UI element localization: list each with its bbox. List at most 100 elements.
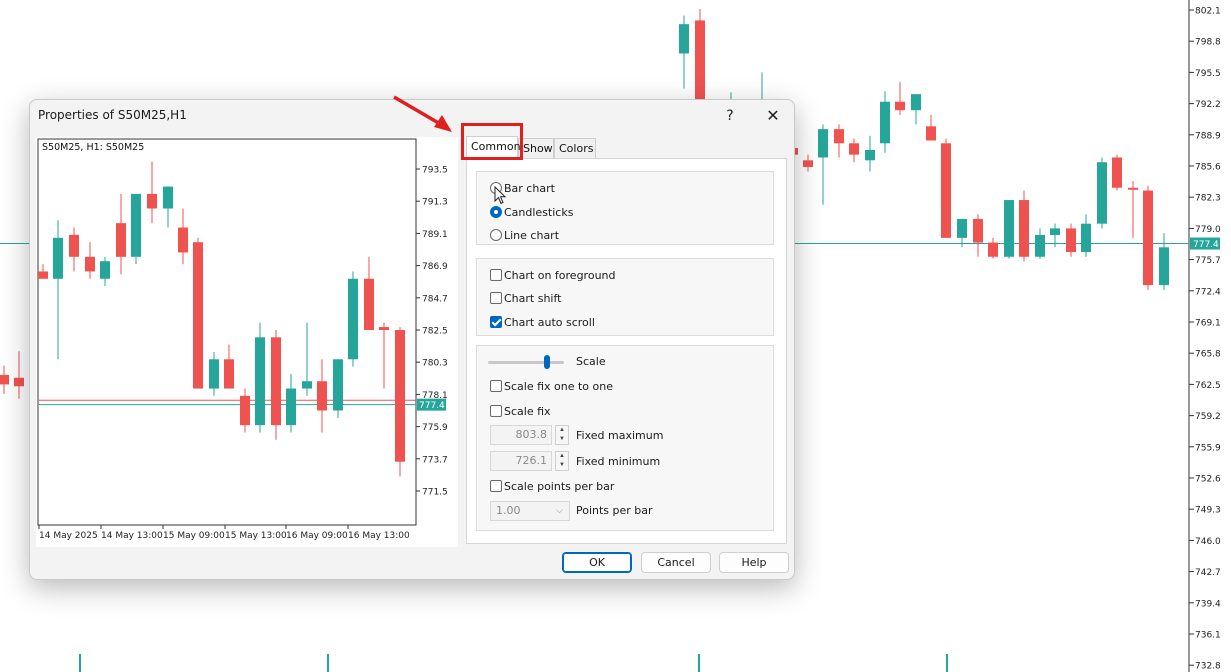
price-tick-label: 732.8 bbox=[1195, 662, 1221, 672]
dialog-title: Properties of S50M25,H1 bbox=[38, 108, 187, 122]
scale-fix-one-to-one-label: Scale fix one to one bbox=[504, 380, 614, 393]
line-chart-option[interactable]: Line chart bbox=[490, 228, 559, 244]
preview-x-label: 15 May 13:00 bbox=[225, 531, 287, 541]
scale-fix-checkbox[interactable] bbox=[490, 405, 502, 417]
common-tab-panel: Bar chart Candlesticks Line chart Chart … bbox=[466, 158, 787, 544]
candle-body bbox=[1128, 187, 1138, 190]
chart-shift-label: Chart shift bbox=[504, 292, 562, 305]
chart-on-foreground-checkbox[interactable] bbox=[490, 269, 502, 281]
preview-candle-body bbox=[317, 381, 327, 411]
preview-candle-body bbox=[178, 227, 188, 253]
price-tick-label: 785.6 bbox=[1195, 163, 1221, 173]
spin-down-icon[interactable]: ▼ bbox=[556, 461, 568, 470]
line-chart-label: Line chart bbox=[504, 229, 560, 242]
preview-candle-body bbox=[193, 242, 203, 389]
scale-fix-one-to-one-checkbox[interactable] bbox=[490, 380, 502, 392]
fixed-maximum-input[interactable]: 803.8 bbox=[490, 425, 552, 445]
chart-on-foreground-option[interactable]: Chart on foreground bbox=[490, 268, 616, 284]
price-tick-label: 746.0 bbox=[1195, 537, 1221, 547]
preview-symbol-label: S50M25, H1: S50M25 bbox=[42, 142, 145, 153]
help-icon[interactable]: ? bbox=[716, 104, 744, 128]
candle-body bbox=[1019, 200, 1029, 257]
points-per-bar-value: 1.00 bbox=[496, 504, 521, 517]
preview-candle-body bbox=[209, 359, 219, 389]
ok-button[interactable]: OK bbox=[562, 552, 632, 573]
spin-down-icon[interactable]: ▼ bbox=[556, 435, 568, 444]
preview-candle-body bbox=[302, 381, 312, 389]
spin-up-icon[interactable]: ▲ bbox=[556, 426, 568, 435]
candle-body bbox=[0, 374, 9, 385]
preview-candle-body bbox=[85, 256, 95, 272]
chart-auto-scroll-option[interactable]: Chart auto scroll bbox=[490, 315, 595, 331]
scale-points-per-bar-checkbox[interactable] bbox=[490, 480, 502, 492]
candle-body bbox=[849, 143, 859, 155]
preview-y-label: 789.1 bbox=[422, 230, 448, 240]
fixed-minimum-spinner[interactable]: ▲ ▼ bbox=[555, 451, 569, 471]
spin-up-icon[interactable]: ▲ bbox=[556, 452, 568, 461]
scale-fix-one-to-one-option[interactable]: Scale fix one to one bbox=[490, 379, 613, 395]
line-chart-radio[interactable] bbox=[490, 229, 502, 241]
preview-candle-body bbox=[147, 193, 157, 209]
candle-body bbox=[1159, 247, 1169, 286]
price-tick-label: 742.7 bbox=[1195, 568, 1221, 578]
fixed-maximum-spinner[interactable]: ▲ ▼ bbox=[555, 425, 569, 445]
scale-slider-thumb[interactable] bbox=[544, 355, 550, 369]
chart-type-group: Bar chart Candlesticks Line chart bbox=[476, 171, 774, 245]
chevron-down-icon: ⌵ bbox=[556, 506, 563, 516]
price-tick-label: 795.5 bbox=[1195, 69, 1221, 79]
candle-body bbox=[973, 218, 983, 243]
display-options-group: Chart on foreground Chart shift Chart au… bbox=[476, 258, 774, 336]
candle-body bbox=[1112, 157, 1122, 188]
price-tick-label: 749.3 bbox=[1195, 506, 1221, 516]
tab-show[interactable]: Show bbox=[518, 138, 554, 160]
cancel-button[interactable]: Cancel bbox=[641, 552, 711, 573]
close-icon[interactable]: ✕ bbox=[759, 104, 787, 128]
candle-body bbox=[1081, 223, 1091, 253]
preview-x-label: 14 May 13:00 bbox=[101, 531, 163, 541]
candlesticks-label: Candlesticks bbox=[504, 206, 574, 219]
preview-x-label: 16 May 13:00 bbox=[348, 531, 410, 541]
scale-slider-track[interactable] bbox=[488, 361, 564, 364]
preview-candle-body bbox=[38, 271, 48, 279]
chart-shift-checkbox[interactable] bbox=[490, 292, 502, 304]
preview-candle-body bbox=[395, 330, 405, 462]
candle-body bbox=[1035, 235, 1045, 257]
price-tick-label: 765.8 bbox=[1195, 350, 1221, 360]
preview-chart-canvas: 793.5791.3789.1786.9784.7782.5780.3778.1… bbox=[37, 138, 448, 541]
properties-dialog: Properties of S50M25,H1 ? ✕ 793.5 791.3 78… bbox=[29, 99, 795, 580]
preview-y-label: 775.9 bbox=[422, 423, 448, 433]
points-per-bar-select[interactable]: 1.00 ⌵ bbox=[490, 501, 570, 521]
tab-common[interactable]: Common bbox=[466, 136, 521, 160]
preview-y-label: 773.7 bbox=[422, 455, 448, 465]
preview-candle-body bbox=[364, 278, 374, 330]
tab-colors[interactable]: Colors bbox=[554, 138, 596, 160]
price-tick-label: 752.6 bbox=[1195, 475, 1221, 485]
scale-fix-option[interactable]: Scale fix bbox=[490, 404, 551, 420]
scale-points-per-bar-option[interactable]: Scale points per bar bbox=[490, 479, 614, 495]
candle-body bbox=[818, 129, 828, 158]
preview-candle-body bbox=[116, 223, 126, 257]
candlesticks-radio[interactable] bbox=[490, 206, 502, 218]
help-button[interactable]: Help bbox=[719, 552, 789, 573]
preview-price-tag-label: 777.4 bbox=[419, 401, 445, 411]
chart-on-foreground-label: Chart on foreground bbox=[504, 269, 616, 282]
candle-body bbox=[1004, 200, 1014, 257]
preview-candle-body bbox=[348, 278, 358, 360]
chart-shift-option[interactable]: Chart shift bbox=[490, 291, 561, 307]
price-tick-label: 788.9 bbox=[1195, 131, 1221, 141]
candle-body bbox=[926, 126, 936, 141]
bar-chart-label: Bar chart bbox=[504, 182, 555, 195]
preview-candle-body bbox=[100, 261, 110, 279]
red-arrow-annotation bbox=[393, 95, 452, 132]
fixed-minimum-input[interactable]: 726.1 bbox=[490, 451, 552, 471]
candle-body bbox=[941, 143, 951, 238]
preview-candle-body bbox=[333, 359, 343, 411]
candlesticks-option[interactable]: Candlesticks bbox=[490, 205, 573, 221]
preview-y-label: 771.5 bbox=[422, 488, 448, 498]
chart-auto-scroll-checkbox[interactable] bbox=[490, 316, 502, 328]
fixed-maximum-label: Fixed maximum bbox=[576, 429, 664, 442]
preview-y-label: 784.7 bbox=[422, 294, 448, 304]
candle-body bbox=[1066, 228, 1076, 253]
candle-body bbox=[1097, 162, 1107, 224]
preview-x-label: 16 May 09:00 bbox=[286, 531, 348, 541]
